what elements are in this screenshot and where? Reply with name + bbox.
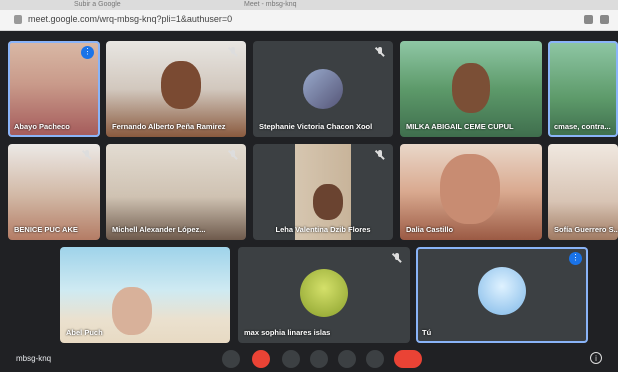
info-icon[interactable]: i — [590, 352, 602, 364]
participant-name: Abel Puch — [66, 328, 103, 337]
tab-1[interactable]: Subir a Google — [60, 0, 121, 10]
participant-tile[interactable]: Sofía Guerrero S... — [548, 144, 618, 240]
participant-name: max sophia linares islas — [244, 328, 331, 337]
url-text: meet.google.com/wrq-mbsg-knq?pli=1&authu… — [28, 14, 233, 24]
participant-tile[interactable]: Michell Alexander López... — [106, 144, 246, 240]
avatar — [478, 267, 526, 315]
avatar — [300, 269, 348, 317]
mic-off-icon — [228, 150, 238, 160]
participant-video — [452, 63, 490, 113]
participant-name: Tú — [422, 328, 432, 337]
self-tile[interactable]: ⋮ Tú — [416, 247, 588, 343]
participant-tile[interactable]: BENICE PUC AKE — [8, 144, 100, 240]
participant-video — [112, 287, 152, 335]
tab-meet[interactable]: Meet - mbsg-knq — [230, 0, 297, 10]
more-options-icon[interactable]: ⋮ — [569, 252, 582, 265]
captions-icon[interactable] — [282, 350, 300, 368]
mic-off-icon — [392, 253, 402, 263]
participant-tile[interactable]: MILKA ABIGAIL CEME CUPUL — [400, 41, 542, 137]
avatar — [303, 69, 343, 109]
camera-off-icon[interactable] — [252, 350, 270, 368]
participant-name: Sofía Guerrero S... — [554, 225, 618, 234]
participant-tile[interactable]: max sophia linares islas — [238, 247, 410, 343]
participant-tile[interactable]: Leha Valentina Dzib Flores — [253, 144, 393, 240]
participant-tile[interactable]: Fernando Alberto Peña Ramirez — [106, 41, 246, 137]
participant-name: Fernando Alberto Peña Ramirez — [112, 122, 226, 131]
participant-tile[interactable]: Stephanie Victoria Chacon Xool — [253, 41, 393, 137]
screen: Subir a Google Meet - mbsg-knq meet.goog… — [0, 0, 618, 372]
meet-grid: ⋮ Abayo Pacheco Fernando Alberto Peña Ra… — [0, 31, 618, 372]
lock-icon — [14, 15, 22, 24]
camera-indicator-icon[interactable] — [584, 15, 593, 24]
present-icon[interactable] — [338, 350, 356, 368]
more-icon[interactable] — [366, 350, 384, 368]
participant-name: Michell Alexander López... — [112, 225, 206, 234]
participant-video — [161, 61, 201, 109]
participant-tile[interactable]: Abel Puch — [60, 247, 230, 343]
mic-off-icon — [82, 150, 92, 160]
call-controls-bar: mbsg-knq i — [0, 346, 618, 372]
participant-name: Leha Valentina Dzib Flores — [275, 225, 371, 234]
raise-hand-icon[interactable] — [310, 350, 328, 368]
participant-name: Abayo Pacheco — [14, 122, 70, 131]
participant-tile[interactable]: ⋮ Abayo Pacheco — [8, 41, 100, 137]
more-options-icon[interactable]: ⋮ — [81, 46, 94, 59]
participant-tile[interactable]: Dalia Castillo — [400, 144, 542, 240]
tab-bar: Subir a Google Meet - mbsg-knq — [0, 0, 618, 10]
participant-name: cmase, contra... — [554, 122, 611, 131]
participant-name: Dalia Castillo — [406, 225, 454, 234]
participant-video — [440, 154, 500, 224]
mic-off-icon — [375, 47, 385, 57]
extension-icon[interactable] — [600, 15, 609, 24]
mic-off-icon — [375, 150, 385, 160]
participant-name: BENICE PUC AKE — [14, 225, 78, 234]
hangup-icon[interactable] — [394, 350, 422, 368]
participant-name: MILKA ABIGAIL CEME CUPUL — [406, 122, 514, 131]
participant-tile[interactable]: cmase, contra... — [548, 41, 618, 137]
meeting-code: mbsg-knq — [16, 354, 52, 363]
mic-off-icon — [228, 47, 238, 57]
mic-icon[interactable] — [222, 350, 240, 368]
participant-video — [313, 184, 343, 220]
participant-name: Stephanie Victoria Chacon Xool — [259, 122, 373, 131]
address-bar[interactable]: meet.google.com/wrq-mbsg-knq?pli=1&authu… — [0, 10, 618, 31]
